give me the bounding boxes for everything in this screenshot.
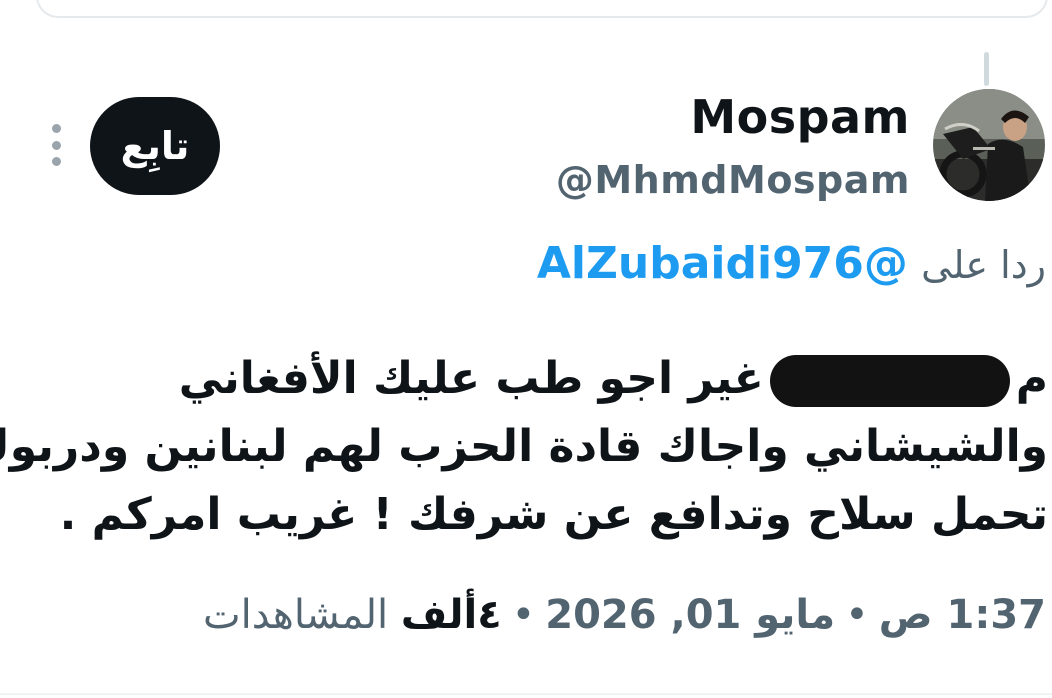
tweet-line: تحمل سلاح وتدافع عن شرفك ! غريب امركم .: [59, 489, 1048, 540]
more-dot: [51, 124, 61, 133]
divider: [0, 693, 1052, 695]
redaction-scribble: [769, 355, 1010, 407]
meta-separator: •: [511, 592, 536, 638]
thread-connector-line: [984, 52, 989, 86]
reply-context: ردا على @AlZubaidi976: [537, 238, 1046, 289]
tweet-line-rest: غير اجو طب عليك الأفغاني: [178, 353, 764, 404]
avatar-photo: [933, 89, 1045, 201]
more-vertical-icon[interactable]: [46, 124, 66, 166]
tweet-metadata: 1:37 ص•مايو 01, 2026•٤ألف المشاهدات: [203, 592, 1046, 638]
tweet-time[interactable]: 1:37 ص: [879, 592, 1046, 638]
views-count: ٤ألف: [400, 592, 502, 638]
follow-button[interactable]: تابِع: [90, 97, 220, 195]
views-label: المشاهدات: [202, 592, 389, 638]
tweet-line: م غير اجو طب عليك الأفغاني: [88, 345, 1048, 413]
tweet-line: والشيشاني واجاك قادة الحزب لهم لبنانين و…: [0, 421, 1048, 472]
tweet-line-start: م: [1015, 353, 1048, 404]
meta-separator: •: [845, 592, 869, 638]
more-dot: [51, 140, 61, 150]
tweet-text: م غير اجو طب عليك الأفغاني والشيشاني واجا…: [0, 345, 1048, 549]
more-dot: [51, 157, 61, 166]
reply-prefix: ردا على: [921, 243, 1046, 287]
tweet-date[interactable]: مايو 01, 2026: [545, 592, 835, 638]
user-handle[interactable]: @MhmdMospam: [556, 158, 910, 202]
previous-tweet-card-edge: [36, 0, 1048, 18]
avatar[interactable]: [933, 89, 1045, 201]
reply-mention-link[interactable]: @AlZubaidi976: [537, 238, 908, 289]
display-name[interactable]: Mospam: [690, 90, 910, 144]
